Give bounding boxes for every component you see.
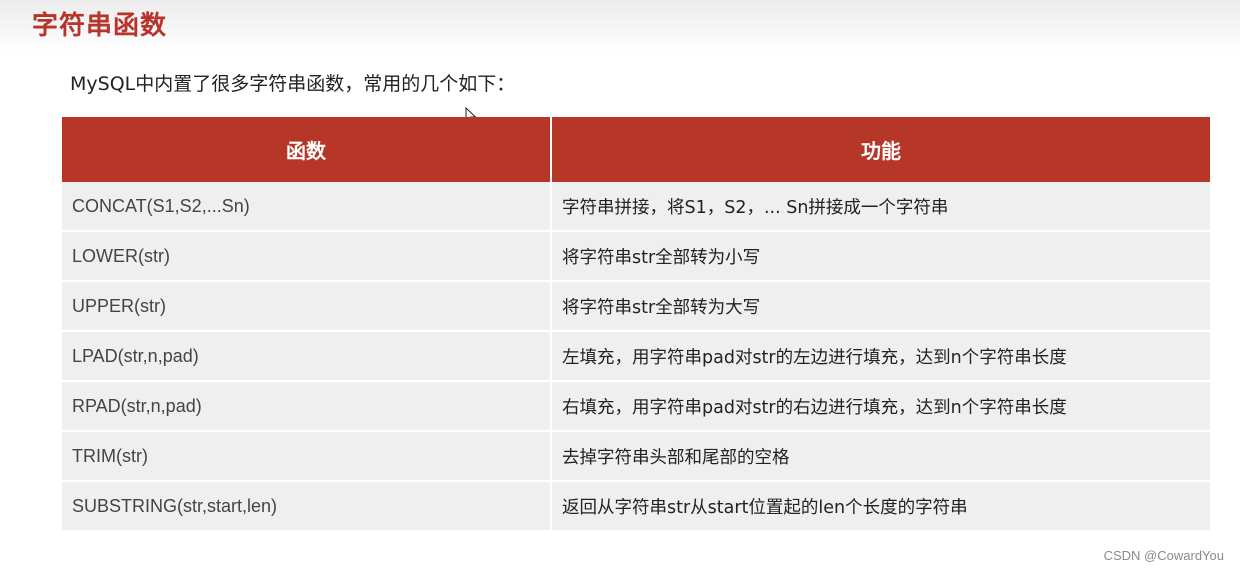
table-row: LPAD(str,n,pad) 左填充，用字符串pad对str的左边进行填充，达…: [62, 331, 1210, 382]
table-header-row: 函数 功能: [62, 117, 1210, 182]
description-cell: 将字符串str全部转为小写: [551, 231, 1210, 282]
table-row: SUBSTRING(str,start,len) 返回从字符串str从start…: [62, 481, 1210, 532]
table-row: UPPER(str) 将字符串str全部转为大写: [62, 281, 1210, 332]
table-row: CONCAT(S1,S2,...Sn) 字符串拼接，将S1，S2，... Sn拼…: [62, 182, 1210, 232]
header-description: 功能: [551, 117, 1210, 182]
description-cell: 去掉字符串头部和尾部的空格: [551, 431, 1210, 482]
function-cell: RPAD(str,n,pad): [62, 381, 552, 432]
description-cell: 字符串拼接，将S1，S2，... Sn拼接成一个字符串: [551, 182, 1210, 232]
watermark: CSDN @CowardYou: [1103, 548, 1224, 563]
function-cell: UPPER(str): [62, 281, 552, 332]
function-cell: SUBSTRING(str,start,len): [62, 481, 552, 532]
function-cell: CONCAT(S1,S2,...Sn): [62, 182, 552, 232]
function-cell: LPAD(str,n,pad): [62, 331, 552, 382]
function-cell: TRIM(str): [62, 431, 552, 482]
slide-title: 字符串函数: [32, 11, 168, 41]
description-cell: 返回从字符串str从start位置起的len个长度的字符串: [551, 481, 1210, 532]
description-cell: 将字符串str全部转为大写: [551, 281, 1210, 332]
description-cell: 左填充，用字符串pad对str的左边进行填充，达到n个字符串长度: [551, 331, 1210, 382]
function-cell: LOWER(str): [62, 231, 552, 282]
table-row: TRIM(str) 去掉字符串头部和尾部的空格: [62, 431, 1210, 482]
table-row: RPAD(str,n,pad) 右填充，用字符串pad对str的右边进行填充，达…: [62, 381, 1210, 432]
intro-text: MySQL中内置了很多字符串函数，常用的几个如下：: [70, 73, 516, 95]
string-functions-table: 函数 功能 CONCAT(S1,S2,...Sn) 字符串拼接，将S1，S2，.…: [62, 117, 1210, 532]
description-cell: 右填充，用字符串pad对str的右边进行填充，达到n个字符串长度: [551, 381, 1210, 432]
table-row: LOWER(str) 将字符串str全部转为小写: [62, 231, 1210, 282]
header-function: 函数: [62, 117, 552, 182]
title-band: [0, 0, 1240, 52]
